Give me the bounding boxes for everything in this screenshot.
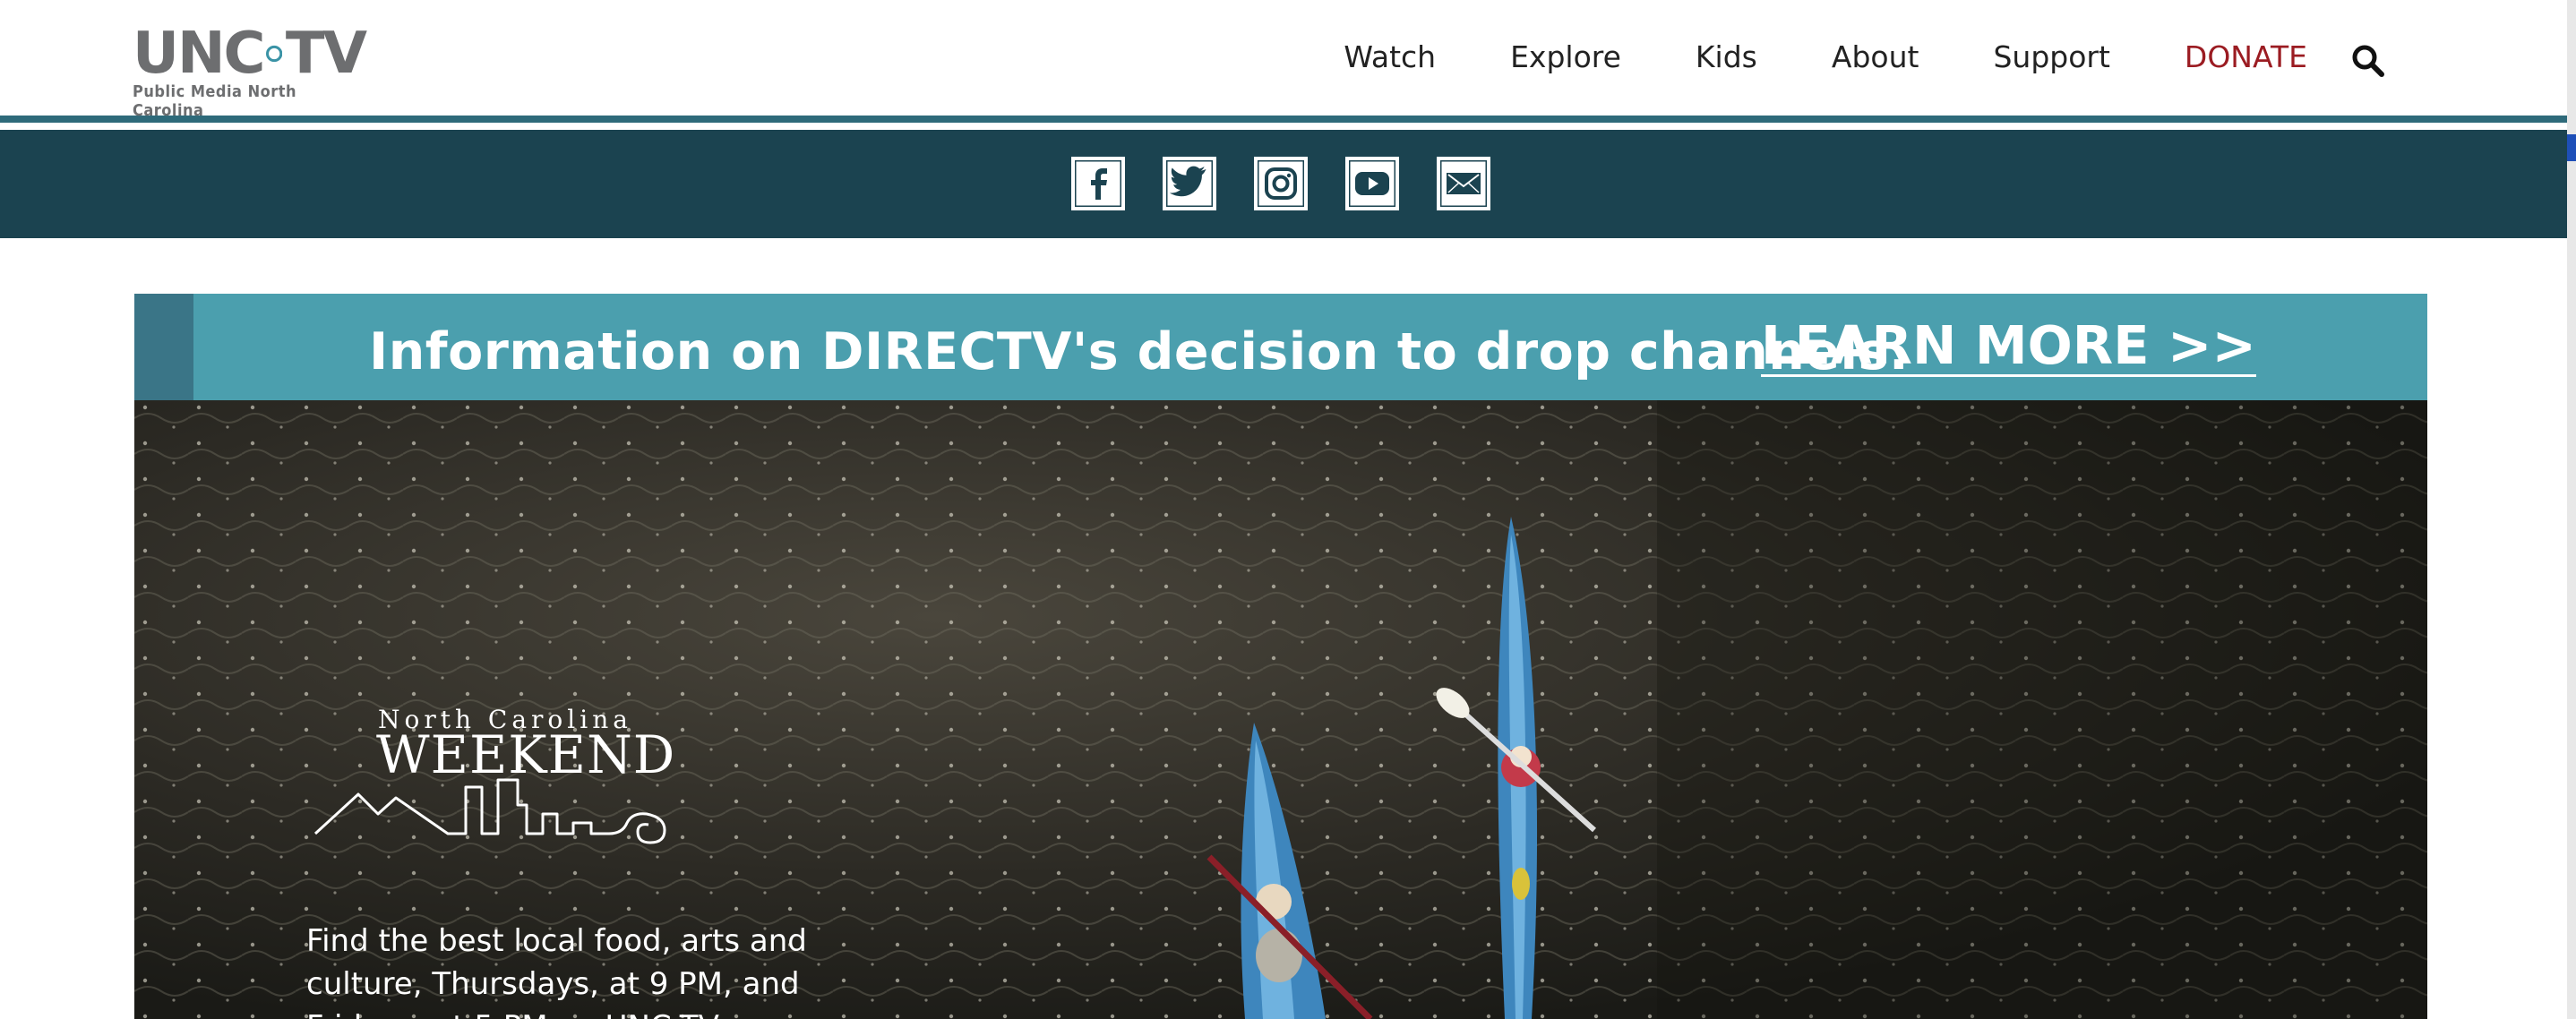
facebook-icon [1075, 160, 1121, 207]
instagram-icon [1258, 160, 1304, 207]
show-logo-line2: WEEKEND [376, 724, 676, 785]
learn-more-link[interactable]: LEARN MORE >> [1761, 319, 2256, 377]
unc-tv-logo[interactable]: UNC TV Public Media North Carolina [133, 21, 367, 120]
hero-description: Find the best local food, arts and cultu… [306, 923, 807, 1019]
facebook-link[interactable] [1071, 157, 1125, 210]
nav-watch[interactable]: Watch [1344, 39, 1436, 75]
twitter-icon [1166, 160, 1213, 207]
site-header: UNC TV Public Media North Carolina Watch… [0, 0, 2576, 123]
window-edge [2567, 0, 2576, 1019]
directv-notice-banner: Information on DIRECTV's decision to dro… [134, 294, 2427, 400]
nc-weekend-logo: North Carolina WEEKEND [313, 705, 690, 866]
window-edge-marker [2567, 134, 2576, 161]
banner-text: Information on DIRECTV's decision to dro… [369, 322, 1910, 381]
banner-accent [134, 294, 193, 400]
youtube-link[interactable] [1345, 157, 1399, 210]
email-link[interactable] [1437, 157, 1490, 210]
nav-about[interactable]: About [1832, 39, 1919, 75]
twitter-link[interactable] [1163, 157, 1216, 210]
nav-explore[interactable]: Explore [1510, 39, 1621, 75]
email-icon [1440, 160, 1487, 207]
social-links [1071, 157, 1528, 210]
nav-kids[interactable]: Kids [1696, 39, 1757, 75]
nav-donate[interactable]: DONATE [2185, 39, 2307, 75]
youtube-icon [1349, 160, 1395, 207]
main-nav: Watch Explore Kids About Support DONATE [1269, 39, 2307, 75]
nav-support[interactable]: Support [1993, 39, 2109, 75]
search-icon [2352, 45, 2384, 77]
skyline-icon [313, 778, 666, 844]
logo-swirl-icon [265, 45, 282, 63]
logo-wordmark: UNC TV [133, 21, 367, 87]
search-button[interactable] [2350, 43, 2386, 79]
logo-tagline: Public Media North Carolina [133, 82, 297, 120]
instagram-link[interactable] [1254, 157, 1308, 210]
social-bar [0, 130, 2576, 238]
hero-slide[interactable]: North Carolina WEEKEND Find the best loc… [134, 400, 2427, 1019]
